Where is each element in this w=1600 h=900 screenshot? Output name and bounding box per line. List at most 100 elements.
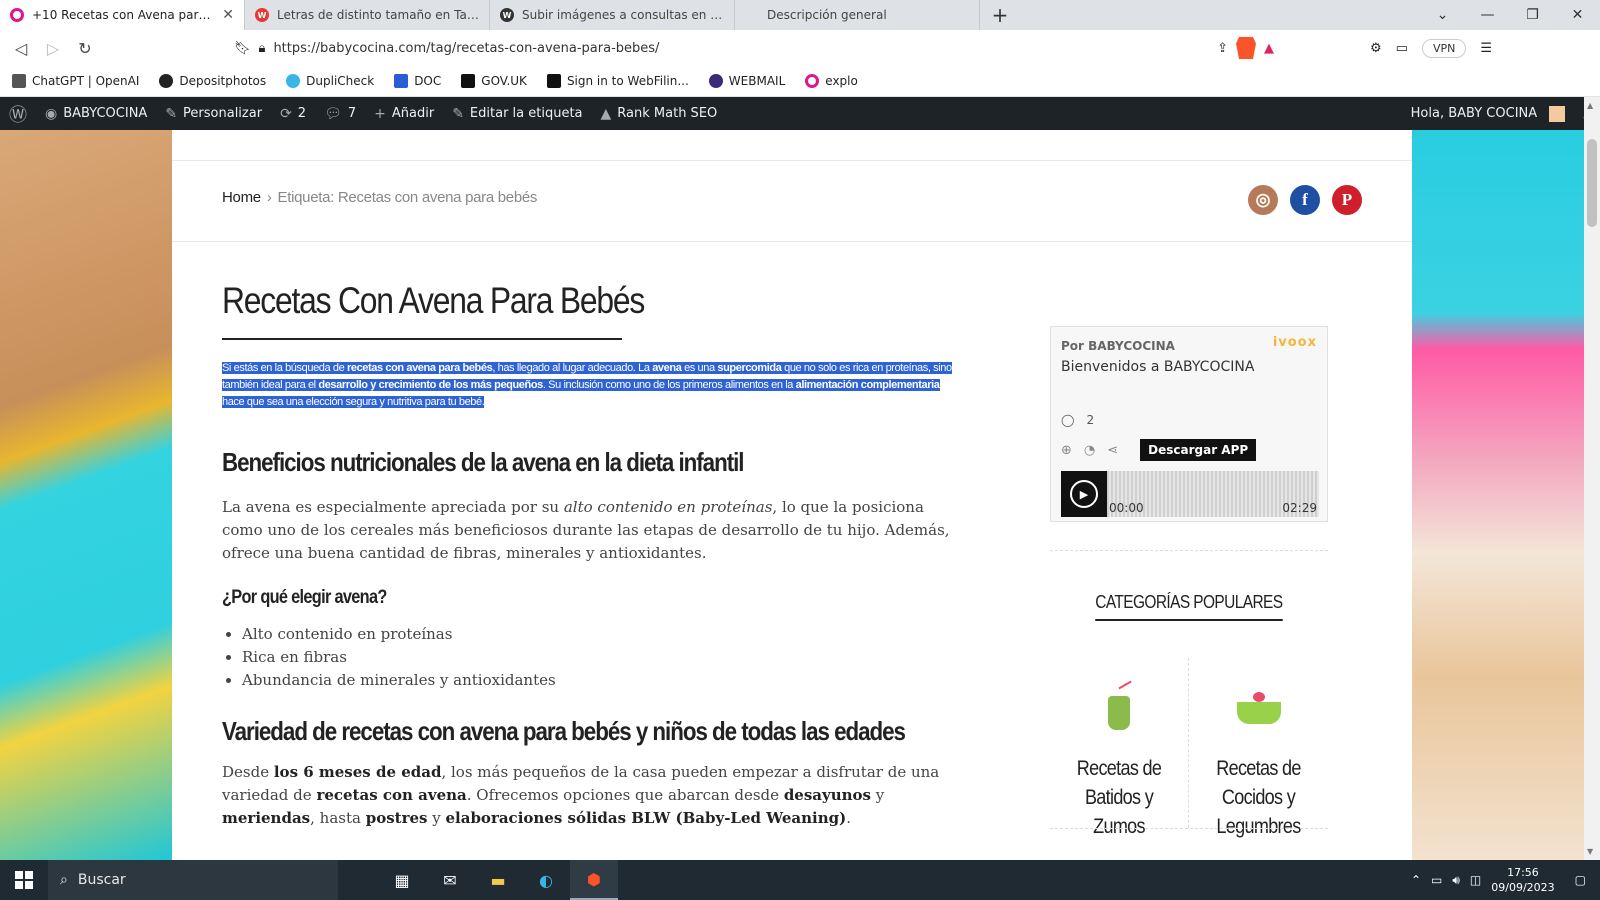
tab-overview[interactable]: Descripción general <box>735 0 980 30</box>
wordpress-dark-favicon-icon: W <box>500 8 514 22</box>
rss-icon[interactable]: ◔ <box>1084 443 1095 458</box>
vpn-button[interactable]: VPN <box>1421 38 1467 58</box>
greeting-label: Hola, BABY COCINA <box>1410 106 1538 121</box>
maximize-button[interactable]: ❐ <box>1510 0 1555 30</box>
meet-now-icon[interactable]: ◫ <box>1470 873 1481 887</box>
page-scrollbar[interactable]: ▲ ▼ <box>1584 97 1600 860</box>
share-icon[interactable]: ⇪ <box>1217 41 1228 56</box>
paragraph-bold: postres <box>365 809 428 827</box>
wp-comments[interactable]: 💬︎ 7 <box>315 97 365 130</box>
taskbar-search[interactable]: ⌕ Buscar <box>48 860 338 900</box>
edge-icon[interactable]: ◐ <box>522 860 570 900</box>
url-bar[interactable]: 🔖︎ 🔒︎ https://babycocina.com/tag/recetas… <box>224 34 1284 62</box>
new-tab-button[interactable]: + <box>980 0 1020 30</box>
url-text[interactable]: https://babycocina.com/tag/recetas-con-a… <box>273 41 1209 56</box>
bookmark-doc[interactable]: DOC <box>394 74 441 88</box>
tab-wp-forum-tags[interactable]: W Letras de distinto tamaño en Tags – Ay <box>245 0 490 30</box>
wp-rank-math[interactable]: ▲ Rank Math SEO <box>592 97 727 130</box>
bookmark-govuk[interactable]: GOV.UK <box>461 74 527 88</box>
instagram-icon[interactable]: ◎ <box>1248 185 1278 215</box>
tab-babycocina[interactable]: +10 Recetas con Avena para Bebés ✕ <box>0 0 245 30</box>
wp-my-account[interactable]: Hola, BABY COCINA <box>1402 97 1575 130</box>
notifications-icon[interactable]: ▢ <box>1575 873 1586 887</box>
share-icon[interactable]: ⋖ <box>1107 443 1118 458</box>
brave-browser-icon[interactable]: ⬢ <box>570 860 618 900</box>
brave-shield-icon[interactable] <box>1236 37 1256 59</box>
intro-bold: avena <box>652 362 682 374</box>
mail-icon[interactable]: ✉ <box>426 860 474 900</box>
bookmark-duplicheck[interactable]: DupliCheck <box>286 74 374 88</box>
bookmark-icon[interactable]: 🔖︎ <box>234 41 251 56</box>
address-toolbar: ◁ ▷ ↻ 🔖︎ 🔒︎ https://babycocina.com/tag/r… <box>0 30 1600 66</box>
download-icon[interactable]: ⊕ <box>1061 443 1072 458</box>
windows-taskbar: ⌕ Buscar ▦ ✉ ▬ ◐ ⬢ ⌃ ▭ 🔊︎ ◫ 17:56 09/09/2… <box>0 860 1600 900</box>
store-icon[interactable]: ▦ <box>378 860 426 900</box>
back-button[interactable]: ◁ <box>8 35 34 61</box>
govuk-icon <box>461 74 476 88</box>
close-tab-icon[interactable]: ✕ <box>222 7 234 23</box>
list-item: Rica en fibras <box>242 646 962 669</box>
download-app-button[interactable]: Descargar APP <box>1140 439 1257 461</box>
clock[interactable]: 17:56 09/09/2023 <box>1491 865 1554 895</box>
bookmark-label: Sign in to WebFilin... <box>566 74 689 88</box>
category-smoothies[interactable]: Recetas de Batidos y Zumos <box>1050 658 1189 838</box>
window-controls: ⌄ — ❐ ✕ <box>1420 0 1600 30</box>
brave-rewards-icon[interactable]: ▲ <box>1264 41 1274 56</box>
play-button[interactable]: ▶ <box>1061 471 1107 517</box>
bookmark-webmail[interactable]: WEBMAIL <box>708 74 785 88</box>
wp-edit-tag[interactable]: ✎ Editar la etiqueta <box>443 97 591 130</box>
explo-icon <box>805 74 820 88</box>
ivoox-logo[interactable]: ivoox <box>1273 335 1317 350</box>
intro-bold: desarrollo y crecimiento de los más pequ… <box>318 379 543 391</box>
bookmark-chatgpt[interactable]: ChatGPT | OpenAI <box>12 74 139 88</box>
file-explorer-icon[interactable]: ▬ <box>474 860 522 900</box>
bookmark-depositphotos[interactable]: Depositphotos <box>159 74 266 88</box>
volume-icon[interactable]: 🔊︎ <box>1452 873 1460 888</box>
wp-add-new[interactable]: + Añadir <box>365 97 443 130</box>
bookmark-label: ChatGPT | OpenAI <box>32 74 140 88</box>
page-title: Recetas Con Avena Para Bebés <box>222 280 645 321</box>
menu-icon[interactable]: ☰ <box>1480 41 1492 56</box>
close-window-button[interactable]: ✕ <box>1555 0 1600 30</box>
extensions-icon[interactable]: ⚙ <box>1370 41 1382 56</box>
scroll-up-icon[interactable]: ▲ <box>1587 101 1593 110</box>
forward-button[interactable]: ▷ <box>40 35 66 61</box>
wp-logo-menu[interactable]: Ⓦ <box>0 97 36 130</box>
tray-chevron-icon[interactable]: ⌃ <box>1411 873 1421 887</box>
bookmark-webfiling[interactable]: Sign in to WebFilin... <box>546 74 689 88</box>
paragraph-bold: desayunos <box>783 786 871 804</box>
paragraph-text: Desde <box>222 763 274 781</box>
wp-site-name[interactable]: ◉ BABYCOCINA <box>36 97 156 130</box>
comments-count: 7 <box>347 106 357 121</box>
waveform-scrubber[interactable]: 00:00 02:29 <box>1107 471 1319 517</box>
category-stews[interactable]: Recetas de Cocidos y Legumbres <box>1189 658 1328 838</box>
breadcrumb-bar: Home › Etiqueta: Recetas con avena para be… <box>172 160 1412 242</box>
bookmark-explo[interactable]: explo <box>805 74 858 88</box>
intro-bold: recetas con avena para bebés <box>346 362 493 374</box>
tab-search-icon[interactable]: ⌄ <box>1420 0 1465 30</box>
categories-heading: CATEGORÍAS POPULARES <box>1050 592 1328 621</box>
start-button[interactable] <box>0 871 48 889</box>
podcast-comments[interactable]: ◯ 2 <box>1061 413 1094 427</box>
scroll-down-icon[interactable]: ▼ <box>1587 847 1593 856</box>
lock-icon[interactable]: 🔒︎ <box>259 41 266 56</box>
background-food-image-left <box>0 130 172 860</box>
reload-button[interactable]: ↻ <box>72 35 98 61</box>
list-item: Alto contenido en proteínas <box>242 623 962 646</box>
tab-wp-forum-images[interactable]: W Subir imágenes a consultas en foro – C <box>490 0 735 30</box>
rank-math-icon: ▲ <box>600 105 612 122</box>
minimize-button[interactable]: — <box>1465 0 1510 30</box>
categories-heading-text: CATEGORÍAS POPULARES <box>1095 592 1283 621</box>
network-icon[interactable]: ▭ <box>1431 873 1442 887</box>
pinterest-icon[interactable]: P <box>1332 185 1362 215</box>
comment-icon: 💬︎ <box>324 105 342 122</box>
podcast-title[interactable]: Bienvenidos a BABYCOCINA <box>1061 359 1254 375</box>
facebook-icon[interactable]: f <box>1290 185 1320 215</box>
wp-customize[interactable]: ✎ Personalizar <box>156 97 271 130</box>
windows-logo-icon <box>15 871 33 889</box>
wp-updates[interactable]: ⟳ 2 <box>271 97 315 130</box>
paragraph-bold: los 6 meses de edad <box>273 763 442 781</box>
scrollbar-thumb[interactable] <box>1587 139 1597 227</box>
wallet-icon[interactable]: ▭ <box>1396 41 1408 56</box>
breadcrumb-home-link[interactable]: Home <box>222 189 261 206</box>
